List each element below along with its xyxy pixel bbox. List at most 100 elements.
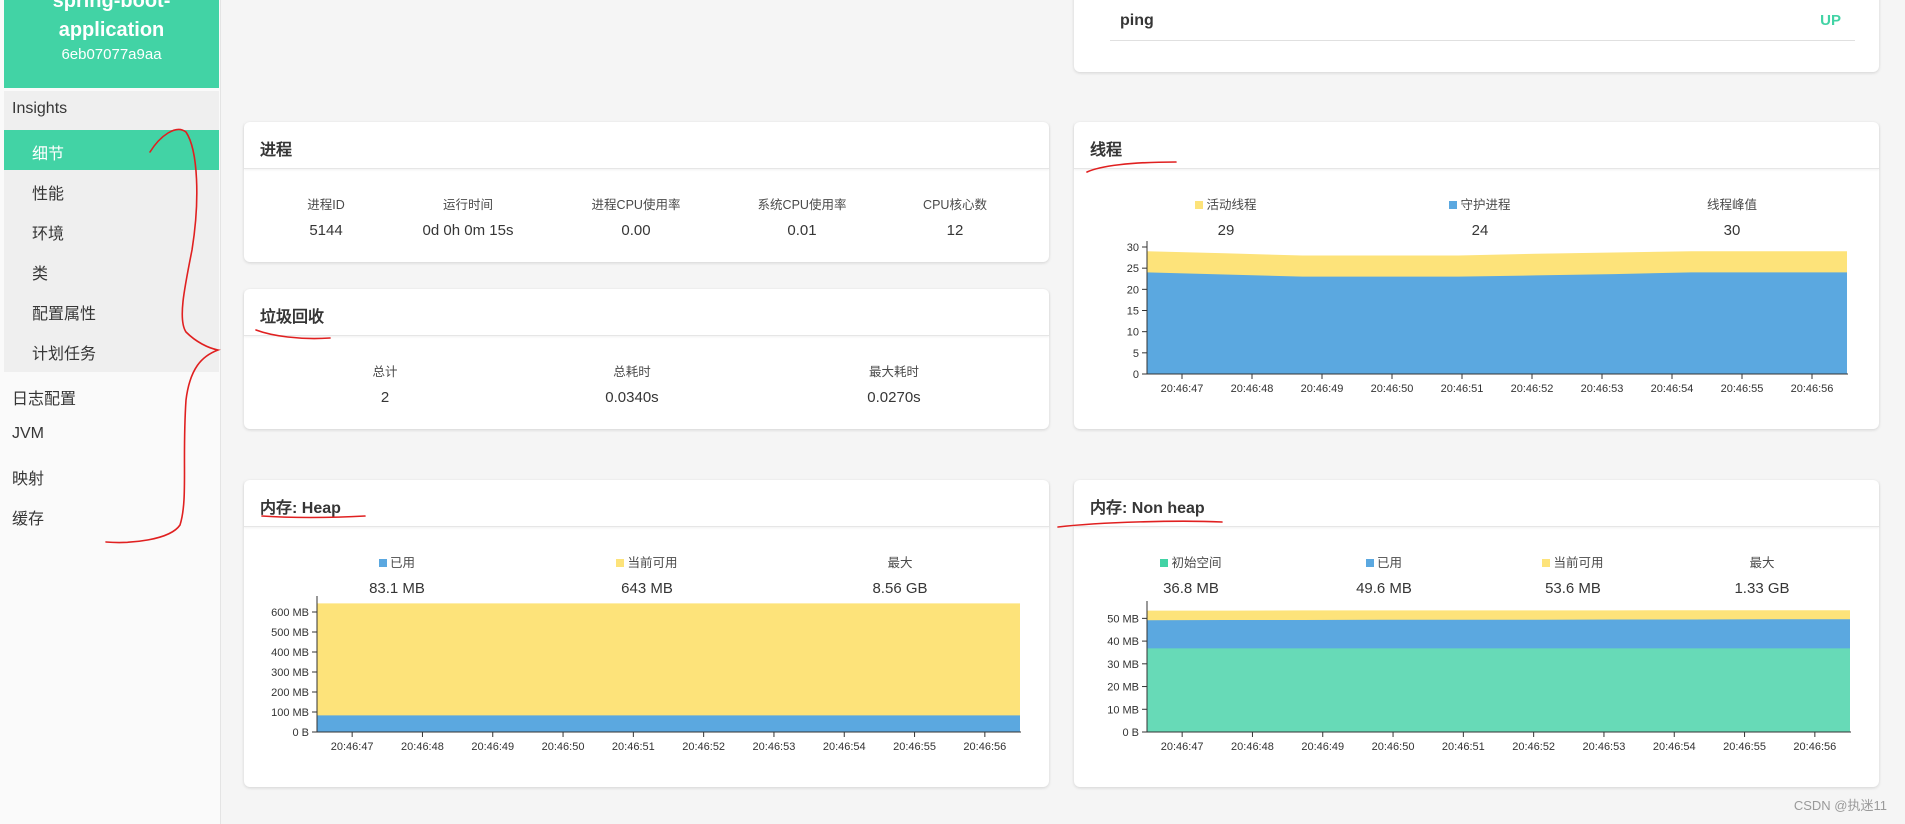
y-tick-label: 100 MB: [271, 707, 309, 719]
y-tick-label: 15: [1127, 306, 1139, 318]
x-tick-label: 20:46:55: [1723, 741, 1766, 753]
series-area-0: [317, 715, 1020, 732]
x-tick-label: 20:46:53: [1583, 741, 1626, 753]
stat-value: 2: [380, 389, 390, 406]
sidebar: spring-boot-application 6eb07077a9aa Ins…: [0, 0, 221, 824]
y-tick-label: 10: [1127, 327, 1139, 339]
x-tick-label: 20:46:48: [401, 741, 444, 753]
y-tick-label: 0 B: [1122, 727, 1139, 739]
x-tick-label: 20:46:50: [1371, 383, 1414, 395]
stat-label: 最大耗时: [868, 365, 919, 379]
watermark: CSDN @执迷11: [1793, 798, 1887, 813]
x-tick-label: 20:46:54: [1653, 741, 1696, 753]
stat-label: 运行时间: [442, 198, 493, 212]
x-tick-label: 20:46:53: [1581, 383, 1624, 395]
stat-uptime: 运行时间 0d 0h 0m 15s: [378, 194, 558, 239]
process-title: 进程: [260, 142, 293, 159]
x-tick-label: 20:46:52: [1512, 741, 1555, 753]
x-tick-label: 20:46:55: [1721, 383, 1764, 395]
stat-label: CPU核心数: [923, 198, 987, 212]
x-tick-label: 20:46:56: [1791, 383, 1834, 395]
gc-card: 垃圾回收 总计 2 总耗时 0.0340s 最大耗时 0.0270s: [244, 289, 1049, 429]
stat-label: 总耗时: [613, 365, 651, 379]
x-tick-label: 20:46:49: [1301, 741, 1344, 753]
y-tick-label: 5: [1133, 348, 1139, 360]
nonheap-chart: 0 B 10 MB 20 MB 30 MB 40 MB 50 MB 20:46:47 20:4…: [1107, 601, 1851, 753]
y-tick-label: 400 MB: [271, 647, 309, 659]
y-tick-label: 25: [1127, 263, 1139, 275]
x-tick-label: 20:46:48: [1231, 383, 1274, 395]
y-tick-label: 30: [1127, 242, 1139, 254]
y-tick-label: 600 MB: [271, 607, 309, 619]
stat-value: 0.0270s: [867, 389, 921, 406]
nonheap-card: 内存: Non heap 初始空间 36.8 MB 已用 49.6 MB 当前可…: [1074, 480, 1879, 787]
stat-value: 0.00: [621, 222, 651, 239]
heap-chart: 0 B 100 MB 200 MB 300 MB 400 MB 500 MB 600 MB 2…: [271, 596, 1021, 753]
threads-card: 线程 活动线程 29 守护进程 24 线程峰值 30 0 5 10 15 20 25 30 2…: [1074, 122, 1879, 429]
y-tick-label: 10 MB: [1107, 704, 1139, 716]
stat-label: 进程CPU使用率: [591, 198, 681, 212]
x-tick-label: 20:46:51: [1441, 383, 1484, 395]
app-id: 6eb07077a9aa: [61, 46, 162, 63]
y-tick-label: 20 MB: [1107, 682, 1139, 694]
sidebar-item-beans[interactable]: 类: [32, 260, 48, 284]
series-area-1: [317, 603, 1020, 732]
process-card: 进程 进程ID 5144 运行时间 0d 0h 0m 15s 进程CPU使用率 …: [244, 122, 1049, 262]
x-tick-label: 20:46:56: [1793, 741, 1836, 753]
sidebar-item-jvm[interactable]: JVM: [12, 425, 44, 443]
series-area-0: [1147, 272, 1847, 374]
sidebar-item-insights[interactable]: Insights: [12, 100, 67, 118]
x-tick-label: 20:46:54: [1651, 383, 1694, 395]
sidebar-item-mappings[interactable]: 映射: [12, 465, 44, 489]
stat-gc-count: 总计 2: [295, 361, 475, 406]
x-tick-label: 20:46:51: [1442, 741, 1485, 753]
x-tick-label: 20:46:56: [963, 741, 1006, 753]
x-tick-label: 20:46:51: [612, 741, 655, 753]
card-header: 进程: [244, 122, 1049, 169]
stat-gc-max-time: 最大耗时 0.0270s: [804, 361, 984, 406]
stat-cpu-cores: CPU核心数 12: [865, 194, 1045, 239]
sidebar-item-loggers[interactable]: 日志配置: [12, 385, 76, 409]
health-status-badge: UP: [1820, 12, 1841, 29]
app-header[interactable]: spring-boot-application 6eb07077a9aa: [4, 0, 219, 88]
health-item-name: ping: [1120, 12, 1154, 29]
gc-title: 垃圾回收: [260, 309, 325, 326]
y-tick-label: 200 MB: [271, 687, 309, 699]
threads-chart: 0 5 10 15 20 25 30 20:46:47 20:46:48 20:46:49 20:4…: [1127, 241, 1848, 395]
x-tick-label: 20:46:50: [542, 741, 585, 753]
x-tick-label: 20:46:55: [893, 741, 936, 753]
series-area-0: [1147, 648, 1850, 732]
sidebar-item-environment[interactable]: 环境: [32, 220, 64, 244]
x-tick-label: 20:46:48: [1231, 741, 1274, 753]
health-card: ping UP: [1074, 0, 1879, 72]
divider: [1110, 40, 1855, 41]
stat-value: 0d 0h 0m 15s: [422, 222, 514, 239]
y-tick-label: 300 MB: [271, 667, 309, 679]
x-tick-label: 20:46:54: [823, 741, 866, 753]
y-tick-label: 20: [1127, 284, 1139, 296]
y-tick-label: 500 MB: [271, 627, 309, 639]
stat-gc-total-time: 总耗时 0.0340s: [542, 361, 722, 406]
x-tick-label: 20:46:52: [1511, 383, 1554, 395]
y-tick-label: 30 MB: [1107, 659, 1139, 671]
stat-value: 12: [946, 222, 964, 239]
x-tick-label: 20:46:47: [331, 741, 374, 753]
x-tick-label: 20:46:49: [1301, 383, 1344, 395]
sidebar-item-details[interactable]: 细节: [32, 140, 64, 164]
app-name: spring-boot-application: [52, 0, 171, 41]
stat-label: 总计: [372, 365, 398, 379]
stat-process-cpu: 进程CPU使用率 0.00: [546, 194, 726, 239]
heap-card: 内存: Heap 已用 83.1 MB 当前可用 643 MB 最大 8.56 …: [244, 480, 1049, 787]
sidebar-item-configprops[interactable]: 配置属性: [32, 300, 96, 324]
y-tick-label: 40 MB: [1107, 636, 1139, 648]
x-tick-label: 20:46:49: [471, 741, 514, 753]
y-tick-label: 0: [1133, 369, 1139, 381]
x-tick-label: 20:46:47: [1161, 383, 1204, 395]
x-tick-label: 20:46:47: [1161, 741, 1204, 753]
card-header: 垃圾回收: [244, 289, 1049, 336]
y-tick-label: 0 B: [292, 727, 309, 739]
x-tick-label: 20:46:50: [1372, 741, 1415, 753]
sidebar-item-scheduled-tasks[interactable]: 计划任务: [32, 340, 96, 364]
sidebar-item-metrics[interactable]: 性能: [32, 180, 64, 204]
sidebar-item-caches[interactable]: 缓存: [12, 505, 44, 529]
